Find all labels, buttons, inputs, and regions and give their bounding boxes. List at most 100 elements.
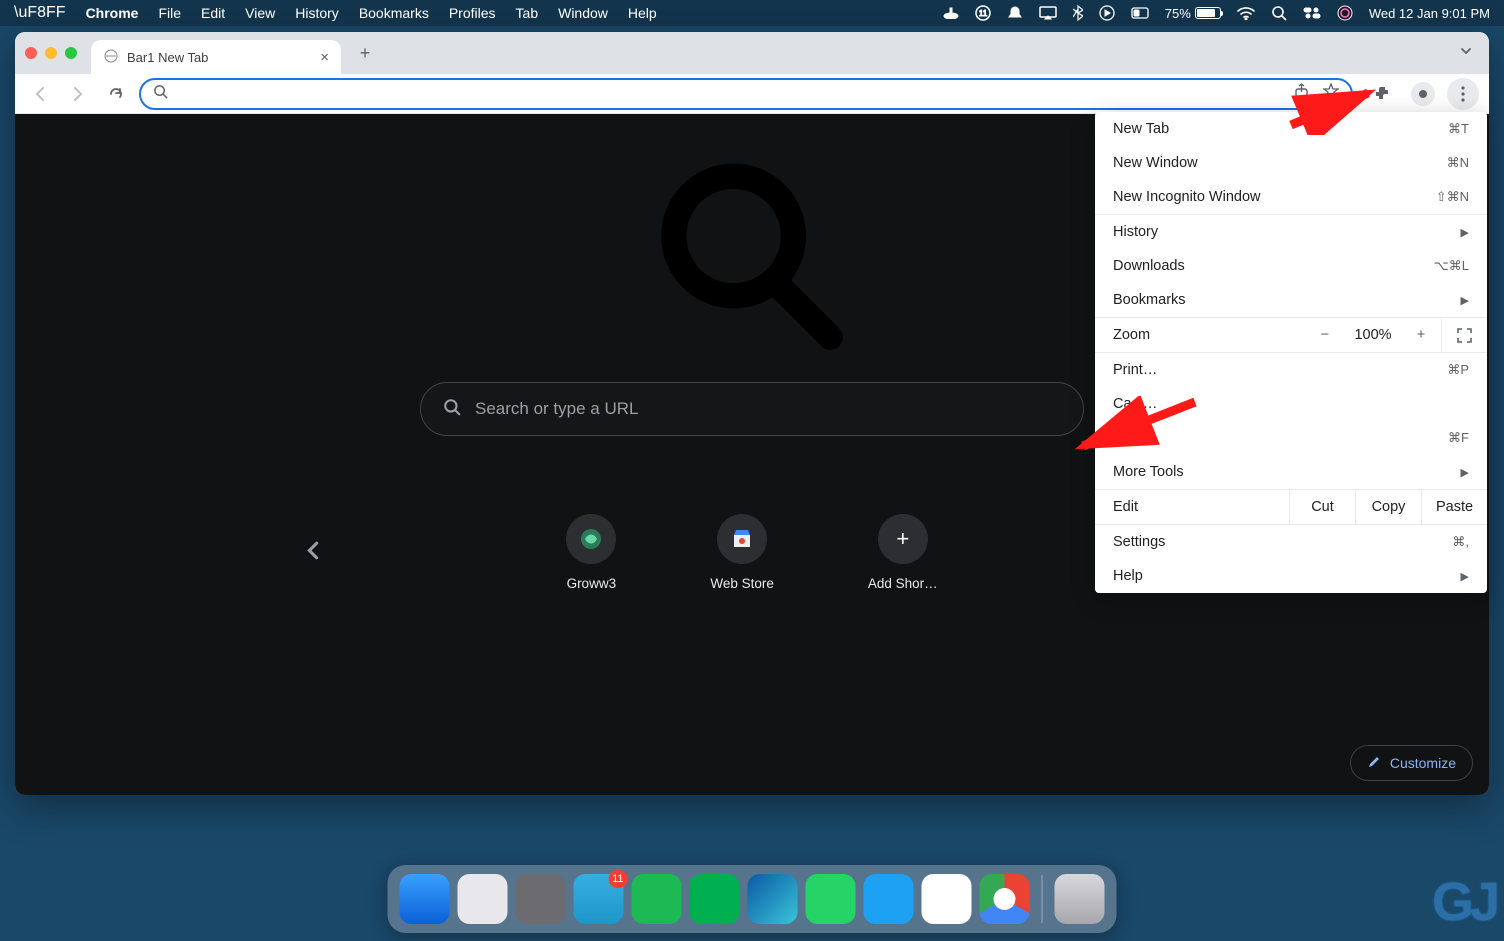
zoom-percent: 100% [1345, 327, 1401, 343]
menu-incognito[interactable]: New Incognito Window⇧⌘N [1095, 180, 1487, 214]
dock-edge[interactable] [748, 874, 798, 924]
minimize-window[interactable] [45, 47, 57, 59]
spotlight-icon[interactable] [1271, 5, 1287, 21]
bookmark-star-icon[interactable] [1323, 83, 1339, 105]
close-tab-icon[interactable]: × [320, 49, 329, 66]
tab-favicon [103, 48, 119, 67]
control-strip-icon[interactable] [1303, 7, 1321, 19]
dock-whatsapp[interactable] [806, 874, 856, 924]
edit-copy[interactable]: Copy [1355, 490, 1421, 524]
new-tab-button[interactable]: + [351, 39, 379, 67]
reload-button[interactable] [101, 79, 131, 109]
ntp-searchbox[interactable]: Search or type a URL [420, 382, 1084, 436]
back-button[interactable] [25, 79, 55, 109]
control-center-icon[interactable] [1131, 7, 1149, 19]
omnibox-input[interactable] [176, 86, 1286, 102]
zoom-in-button[interactable]: + [1401, 318, 1441, 352]
tabs-dropdown-icon[interactable] [1459, 44, 1479, 63]
dock-spotify[interactable] [632, 874, 682, 924]
siri-icon[interactable] [1337, 5, 1353, 21]
ntp-logo-icon [637, 144, 867, 379]
window-controls[interactable] [25, 47, 77, 59]
active-tab[interactable]: Bar1 New Tab × [91, 40, 341, 74]
menu-help[interactable]: Help▶ [1095, 559, 1487, 593]
dock-telegram[interactable]: 11 [574, 874, 624, 924]
close-window[interactable] [25, 47, 37, 59]
play-icon[interactable] [1099, 5, 1115, 21]
shortcut-groww3[interactable]: Groww3 [566, 514, 616, 591]
submenu-arrow-icon: ▶ [1461, 226, 1469, 239]
carousel-prev-icon[interactable] [302, 539, 324, 566]
menu-cast[interactable]: Cast… [1095, 387, 1487, 421]
menu-file[interactable]: File [158, 5, 181, 21]
chrome-menu-popup: New Tab⌘T New Window⌘N New Incognito Win… [1095, 112, 1487, 593]
menu-edit[interactable]: Edit [201, 5, 225, 21]
bluetooth-icon[interactable] [1073, 5, 1083, 21]
menu-new-window[interactable]: New Window⌘N [1095, 146, 1487, 180]
edit-cut[interactable]: Cut [1289, 490, 1355, 524]
submenu-arrow-icon: ▶ [1461, 294, 1469, 307]
customize-button[interactable]: Customize [1350, 745, 1473, 781]
search-icon [443, 398, 461, 421]
dock-settings[interactable] [516, 874, 566, 924]
menu-more-tools[interactable]: More Tools▶ [1095, 455, 1487, 489]
svg-text:11: 11 [979, 9, 988, 18]
dock-launchpad[interactable] [458, 874, 508, 924]
dock-finder[interactable] [400, 874, 450, 924]
status-icon-2[interactable]: 11 [975, 5, 991, 21]
menu-bookmarks[interactable]: Bookmarks [359, 5, 429, 21]
status-icon-1[interactable] [943, 7, 959, 19]
menu-profiles[interactable]: Profiles [449, 5, 496, 21]
menu-window[interactable]: Window [558, 5, 608, 21]
dock-brave[interactable] [922, 874, 972, 924]
share-icon[interactable] [1294, 83, 1309, 105]
app-name[interactable]: Chrome [86, 5, 139, 21]
submenu-arrow-icon: ▶ [1461, 570, 1469, 583]
menu-find[interactable]: Find…⌘F [1095, 421, 1487, 455]
fullscreen-button[interactable] [1441, 318, 1487, 352]
tab-title: Bar1 New Tab [127, 50, 208, 65]
profile-button[interactable] [1407, 78, 1439, 110]
shortcut-webstore[interactable]: Web Store [710, 514, 774, 591]
menu-view[interactable]: View [245, 5, 275, 21]
macos-dock: 11 [388, 865, 1117, 933]
dock-chrome[interactable] [980, 874, 1030, 924]
battery-status[interactable]: 75% [1165, 6, 1221, 21]
screen-mirror-icon[interactable] [1039, 6, 1057, 20]
wifi-icon[interactable] [1237, 7, 1255, 20]
omnibox[interactable] [139, 78, 1353, 110]
dock-twitter[interactable] [864, 874, 914, 924]
watermark: GJ [1432, 871, 1496, 933]
edit-paste[interactable]: Paste [1421, 490, 1487, 524]
menu-help[interactable]: Help [628, 5, 657, 21]
dock-badge: 11 [608, 870, 627, 888]
menu-settings[interactable]: Settings⌘, [1095, 525, 1487, 559]
apple-menu[interactable]: \uF8FF [14, 4, 66, 22]
chrome-menu-button[interactable] [1447, 78, 1479, 110]
menu-new-tab[interactable]: New Tab⌘T [1095, 112, 1487, 146]
dock-trash[interactable] [1055, 874, 1105, 924]
notification-icon[interactable] [1007, 6, 1023, 20]
fullscreen-window[interactable] [65, 47, 77, 59]
tab-strip: Bar1 New Tab × + [15, 32, 1489, 74]
pencil-icon [1367, 754, 1382, 772]
menu-tab[interactable]: Tab [516, 5, 539, 21]
menu-history[interactable]: History [295, 5, 339, 21]
macos-menubar: \uF8FF Chrome File Edit View History Boo… [0, 0, 1504, 26]
ntp-shortcuts: Groww3 Web Store + Add Shor… [362, 514, 1142, 591]
menu-print[interactable]: Print…⌘P [1095, 353, 1487, 387]
extensions-icon[interactable] [1367, 78, 1399, 110]
clock[interactable]: Wed 12 Jan 9:01 PM [1369, 6, 1490, 21]
menu-zoom: Zoom − 100% + [1095, 318, 1487, 352]
zoom-out-button[interactable]: − [1305, 318, 1345, 352]
search-icon [153, 84, 168, 104]
menu-downloads[interactable]: Downloads⌥⌘L [1095, 249, 1487, 283]
menu-bookmarks[interactable]: Bookmarks▶ [1095, 283, 1487, 317]
menu-history[interactable]: History▶ [1095, 215, 1487, 249]
dock-messages[interactable] [690, 874, 740, 924]
forward-button[interactable] [63, 79, 93, 109]
browser-toolbar [15, 74, 1489, 114]
shortcut-add[interactable]: + Add Shor… [868, 514, 938, 591]
menu-edit-row: Edit Cut Copy Paste [1095, 490, 1487, 524]
submenu-arrow-icon: ▶ [1461, 466, 1469, 479]
